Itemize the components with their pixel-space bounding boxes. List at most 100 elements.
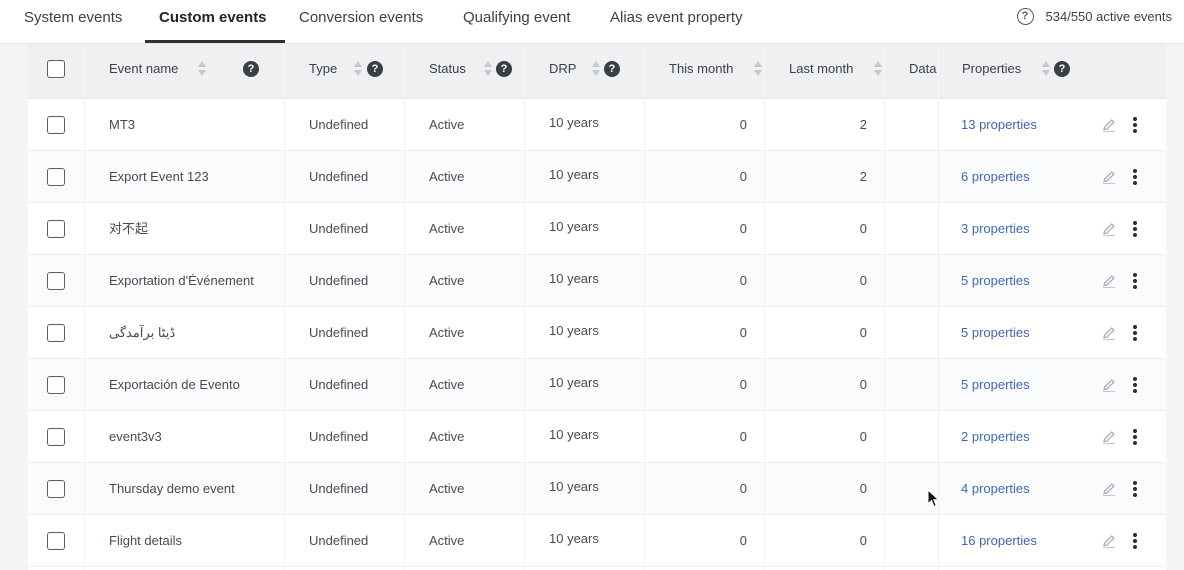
- properties-link[interactable]: 13 properties: [961, 99, 1037, 151]
- row-checkbox[interactable]: [47, 376, 65, 394]
- column-header-status[interactable]: Status: [429, 44, 466, 99]
- event-type: Undefined: [309, 273, 369, 288]
- event-drp: 10 years: [549, 479, 599, 494]
- sort-icon[interactable]: [592, 60, 601, 78]
- column-header-type[interactable]: Type: [309, 44, 337, 99]
- sort-icon[interactable]: [198, 60, 207, 78]
- select-all-checkbox[interactable]: [47, 60, 65, 78]
- tab-conversion-events[interactable]: Conversion events: [299, 0, 423, 44]
- column-header-event-name[interactable]: Event name: [109, 44, 178, 99]
- column-header-this-month[interactable]: This month: [669, 44, 733, 99]
- edit-pencil-icon[interactable]: [1101, 429, 1117, 445]
- help-circle-icon[interactable]: ?: [1016, 8, 1034, 25]
- scrollbar-track[interactable]: [1166, 44, 1184, 570]
- event-name: 对不起: [109, 221, 149, 236]
- table-row[interactable]: Exportation d'Événement Undefined Active…: [28, 255, 1166, 307]
- edit-pencil-icon[interactable]: [1101, 377, 1117, 393]
- edit-pencil-icon[interactable]: [1101, 325, 1117, 341]
- table-row[interactable]: Export Event 123 Undefined Active 10 yea…: [28, 151, 1166, 203]
- row-checkbox[interactable]: [47, 116, 65, 134]
- more-options-icon[interactable]: [1130, 116, 1140, 134]
- event-type: Undefined: [309, 221, 369, 236]
- properties-link[interactable]: 5 properties: [961, 255, 1030, 307]
- event-drp: 10 years: [549, 115, 599, 130]
- tab-bar: System events Custom events Conversion e…: [0, 0, 1184, 44]
- more-options-icon[interactable]: [1130, 168, 1140, 186]
- column-header-last-month[interactable]: Last month: [789, 44, 853, 99]
- column-header-properties[interactable]: Properties: [962, 44, 1021, 99]
- this-month-count: 0: [739, 377, 747, 392]
- event-drp: 10 years: [549, 323, 599, 338]
- help-icon[interactable]: ?: [496, 61, 512, 77]
- more-options-icon[interactable]: [1130, 532, 1140, 550]
- row-checkbox[interactable]: [47, 220, 65, 238]
- sort-icon[interactable]: [874, 60, 883, 78]
- properties-link[interactable]: 16 properties: [961, 515, 1037, 567]
- table-row[interactable]: Thursday demo event Undefined Active 10 …: [28, 463, 1166, 515]
- edit-pencil-icon[interactable]: [1101, 221, 1117, 237]
- row-checkbox[interactable]: [47, 168, 65, 186]
- edit-pencil-icon[interactable]: [1101, 481, 1117, 497]
- event-name: Export Event 123: [109, 169, 209, 184]
- help-icon[interactable]: ?: [1054, 61, 1070, 77]
- last-month-count: 2: [859, 117, 867, 132]
- edit-pencil-icon[interactable]: [1101, 273, 1117, 289]
- sort-icon[interactable]: [1042, 60, 1051, 78]
- event-status: Active: [429, 117, 465, 132]
- tab-alias-event-property[interactable]: Alias event property: [610, 0, 743, 44]
- active-events-text: 534/550 active events: [1045, 9, 1172, 24]
- table-row[interactable]: MT3 Undefined Active 10 years 0 2 13 pro…: [28, 99, 1166, 151]
- table-row[interactable]: ڈیٹا برآمدگی Undefined Active 10 years 0…: [28, 307, 1166, 359]
- event-status: Active: [429, 221, 465, 236]
- column-divider: [884, 44, 885, 99]
- tab-qualifying-event[interactable]: Qualifying event: [463, 0, 571, 44]
- column-divider: [284, 99, 285, 570]
- help-icon[interactable]: ?: [604, 61, 620, 77]
- edit-pencil-icon[interactable]: [1101, 117, 1117, 133]
- more-options-icon[interactable]: [1130, 272, 1140, 290]
- column-divider: [404, 44, 405, 99]
- column-divider: [764, 44, 765, 99]
- row-checkbox[interactable]: [47, 324, 65, 342]
- table-row[interactable]: 对不起 Undefined Active 10 years 0 0 3 prop…: [28, 203, 1166, 255]
- row-checkbox[interactable]: [47, 480, 65, 498]
- row-checkbox[interactable]: [47, 272, 65, 290]
- column-divider: [764, 99, 765, 570]
- properties-link[interactable]: 4 properties: [961, 463, 1030, 515]
- tab-custom-events[interactable]: Custom events: [159, 0, 267, 44]
- event-status: Active: [429, 169, 465, 184]
- properties-link[interactable]: 2 properties: [961, 411, 1030, 463]
- more-options-icon[interactable]: [1130, 480, 1140, 498]
- last-month-count: 0: [859, 325, 867, 340]
- column-header-data[interactable]: Data: [909, 44, 936, 99]
- properties-link[interactable]: 6 properties: [961, 151, 1030, 203]
- edit-pencil-icon[interactable]: [1101, 533, 1117, 549]
- more-options-icon[interactable]: [1130, 324, 1140, 342]
- table-row[interactable]: event3v3 Undefined Active 10 years 0 0 2…: [28, 411, 1166, 463]
- event-type: Undefined: [309, 481, 369, 496]
- sort-icon[interactable]: [484, 60, 493, 78]
- column-header-drp[interactable]: DRP: [549, 44, 576, 99]
- sort-icon[interactable]: [754, 60, 763, 78]
- event-type: Undefined: [309, 117, 369, 132]
- help-icon[interactable]: ?: [243, 61, 259, 77]
- properties-link[interactable]: 5 properties: [961, 307, 1030, 359]
- row-checkbox[interactable]: [47, 532, 65, 550]
- more-options-icon[interactable]: [1130, 220, 1140, 238]
- edit-pencil-icon[interactable]: [1101, 169, 1117, 185]
- this-month-count: 0: [739, 169, 747, 184]
- help-icon[interactable]: ?: [367, 61, 383, 77]
- last-month-count: 0: [859, 481, 867, 496]
- active-events-counter: ? 534/550 active events: [1016, 8, 1172, 25]
- active-tab-indicator: [145, 40, 285, 43]
- table-row[interactable]: Exportación de Evento Undefined Active 1…: [28, 359, 1166, 411]
- more-options-icon[interactable]: [1130, 428, 1140, 446]
- row-checkbox[interactable]: [47, 428, 65, 446]
- properties-link[interactable]: 5 properties: [961, 359, 1030, 411]
- tab-system-events[interactable]: System events: [24, 0, 122, 44]
- more-options-icon[interactable]: [1130, 376, 1140, 394]
- table-row[interactable]: Flight details Undefined Active 10 years…: [28, 515, 1166, 567]
- event-name: Exportación de Evento: [109, 377, 240, 392]
- sort-icon[interactable]: [354, 60, 363, 78]
- properties-link[interactable]: 3 properties: [961, 203, 1030, 255]
